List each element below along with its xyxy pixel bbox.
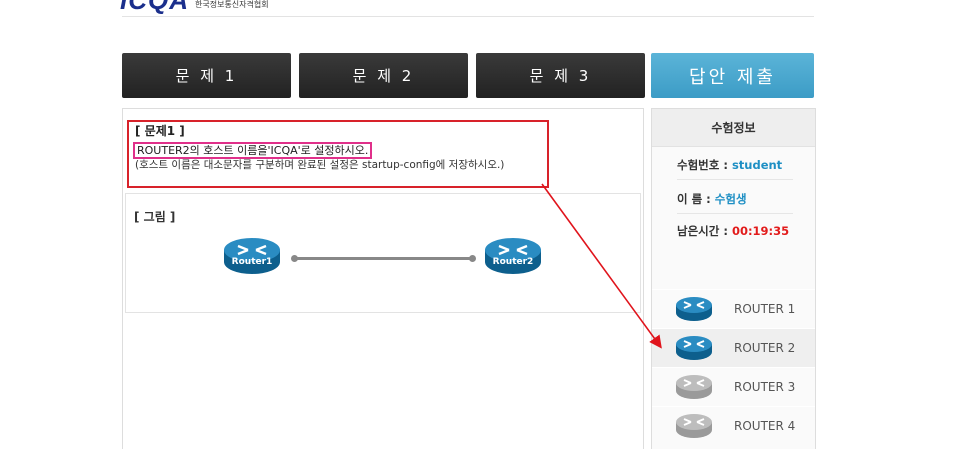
examinee-name-label: 이 름 : [677, 192, 715, 206]
router2-label: Router2 [492, 257, 534, 267]
router-icon [676, 297, 712, 321]
exam-info-title: 수험정보 [652, 109, 815, 147]
tab-question-3[interactable]: 문 제 3 [476, 53, 645, 98]
router-icon [485, 238, 541, 274]
question-tabs: 문 제 1 문 제 2 문 제 3 [122, 53, 653, 98]
link-endpoint-left [291, 255, 298, 262]
logo: ICQA 한국정보통신자격협회 [120, 0, 269, 15]
remaining-time-value: 00:19:35 [731, 224, 790, 238]
remaining-time-label: 남은시간 : [677, 224, 732, 238]
router-list: ROUTER 1 ROUTER 2 ROUTER 3 ROUTER 4 [652, 289, 815, 445]
link-endpoint-right [469, 255, 476, 262]
tab-question-2[interactable]: 문 제 2 [299, 53, 468, 98]
info-divider [677, 213, 793, 214]
router-list-item-2[interactable]: ROUTER 2 [652, 328, 815, 367]
examinee-name-value: 수험생 [714, 192, 747, 206]
exam-number-label: 수험번호 : [677, 158, 732, 172]
submit-answer-button[interactable]: 답안 제출 [651, 53, 814, 98]
examinee-name-row: 이 름 : 수험생 [677, 191, 747, 207]
router2-node: Router2 [483, 234, 543, 276]
exam-number-row: 수험번호 : student [677, 157, 782, 173]
header-divider [122, 16, 814, 17]
question-panel: [ 문제1 ] ROUTER2의 호스트 이름을'ICQA'로 설정하시오. (… [122, 108, 644, 449]
router-4-label: ROUTER 4 [734, 419, 796, 433]
router-icon [676, 336, 712, 360]
question-title: [ 문제1 ] [135, 124, 185, 138]
router-icon [224, 238, 280, 274]
router-list-item-4[interactable]: ROUTER 4 [652, 406, 815, 445]
tab-question-1[interactable]: 문 제 1 [122, 53, 291, 98]
exam-number-value: student [731, 158, 783, 172]
router-list-item-3[interactable]: ROUTER 3 [652, 367, 815, 406]
top-bar: ICQA 한국정보통신자격협회 [0, 0, 966, 18]
router-icon [676, 375, 712, 399]
router-list-item-1[interactable]: ROUTER 1 [652, 289, 815, 328]
router-icon [676, 414, 712, 438]
exam-info-sidebar: 수험정보 수험번호 : student 이 름 : 수험생 남은시간 : 00:… [651, 108, 816, 449]
info-divider [677, 179, 793, 180]
router-3-label: ROUTER 3 [734, 380, 796, 394]
logo-text: ICQA [120, 0, 189, 15]
topology-figure: [ 그림 ] Router1 Router2 [125, 193, 641, 313]
router-link-line [294, 257, 474, 260]
router1-node: Router1 [222, 234, 282, 276]
figure-label: [ 그림 ] [134, 210, 176, 224]
router-1-label: ROUTER 1 [734, 302, 796, 316]
router-2-label: ROUTER 2 [734, 341, 796, 355]
router1-label: Router1 [231, 257, 273, 267]
remaining-time-row: 남은시간 : 00:19:35 [677, 223, 789, 239]
logo-subtitle: 한국정보통신자격협회 [195, 0, 269, 9]
question-note: (호스트 이름은 대소문자를 구분하며 완료된 설정은 startup-conf… [135, 159, 505, 171]
question-instruction: ROUTER2의 호스트 이름을'ICQA'로 설정하시오. [133, 142, 373, 159]
